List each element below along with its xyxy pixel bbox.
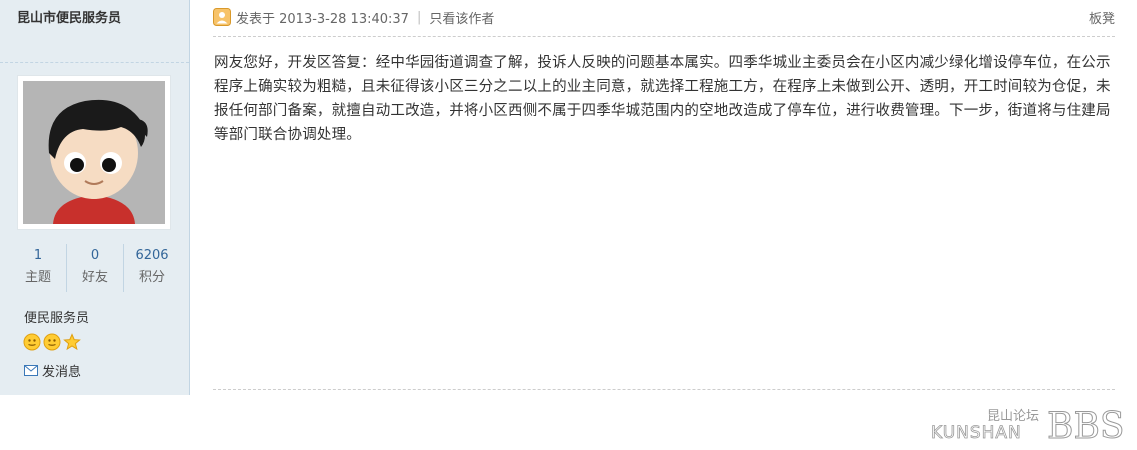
avatar[interactable] xyxy=(17,75,171,230)
moon-face-icon xyxy=(23,333,41,351)
stat-threads-value: 1 xyxy=(33,248,43,263)
footer-divider xyxy=(213,389,1115,390)
send-message-link[interactable]: 发消息 xyxy=(24,361,81,380)
author-sidebar: 昆山市便民服务员 1 主题 0 好友 6206 积分 便民服务员 发消息 xyxy=(0,0,190,395)
rank-icons xyxy=(23,333,81,351)
sidebar-divider xyxy=(0,62,189,63)
stat-points-label: 积分 xyxy=(138,270,165,285)
online-status-icon xyxy=(213,8,231,26)
moon-face-icon xyxy=(43,333,61,351)
stat-friends-value: 0 xyxy=(90,248,100,263)
post-body: 网友您好，开发区答复：经中华园街道调查了解，投诉人反映的问题基本属实。四季华城业… xyxy=(214,55,1111,143)
logo-mark: BBS xyxy=(1047,406,1125,444)
stat-friends[interactable]: 0 好友 xyxy=(66,244,123,292)
separator: | xyxy=(416,9,422,25)
avatar-image xyxy=(23,81,165,224)
logo-bottom-text: KUNSHAN xyxy=(931,423,1022,443)
stat-friends-label: 好友 xyxy=(81,270,108,285)
header-divider xyxy=(213,36,1115,37)
user-group[interactable]: 便民服务员 xyxy=(24,307,89,326)
star-icon xyxy=(63,333,81,351)
send-message-label: 发消息 xyxy=(42,365,82,380)
logo-top-text: 昆山论坛 xyxy=(987,409,1039,424)
stat-threads-label: 主题 xyxy=(24,270,51,285)
post-header: 发表于 2013-3-28 13:40:37 | 只看该作者 板凳 xyxy=(213,6,1115,28)
stat-threads[interactable]: 1 主题 xyxy=(10,244,66,292)
stat-points[interactable]: 6206 积分 xyxy=(123,244,180,292)
post-date: 发表于 2013-3-28 13:40:37 xyxy=(236,11,409,27)
user-stats: 1 主题 0 好友 6206 积分 xyxy=(10,244,180,292)
envelope-icon xyxy=(24,365,38,376)
author-name[interactable]: 昆山市便民服务员 xyxy=(17,7,121,26)
author-only-link[interactable]: 只看该作者 xyxy=(429,8,494,27)
floor-label[interactable]: 板凳 xyxy=(1089,8,1115,27)
stat-points-value: 6206 xyxy=(135,248,169,263)
kunshan-bbs-logo: 昆山论坛 KUNSHAN BBS xyxy=(931,406,1125,445)
